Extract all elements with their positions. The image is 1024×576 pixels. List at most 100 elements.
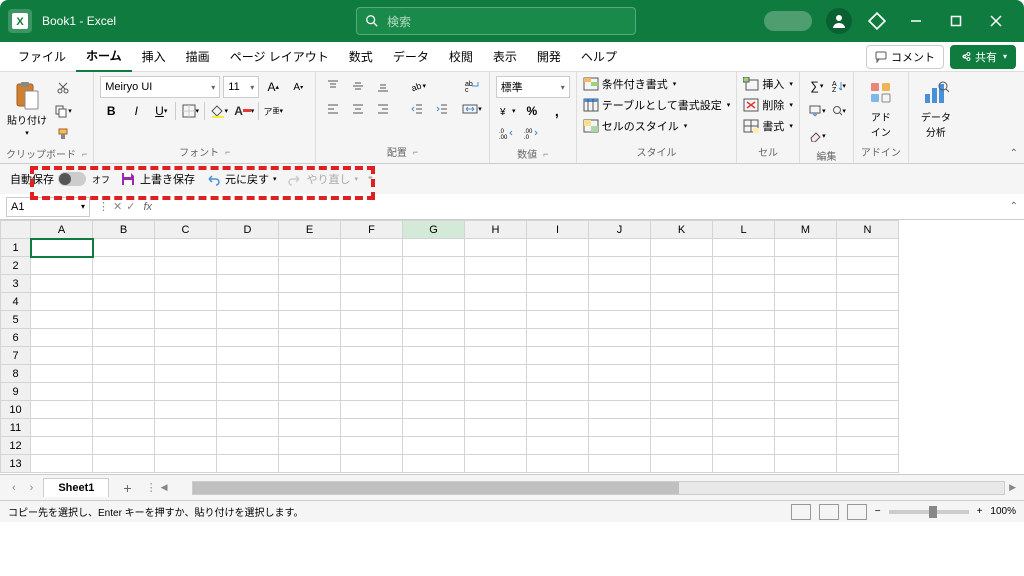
cell-F2[interactable] [341, 257, 403, 275]
cell-F7[interactable] [341, 347, 403, 365]
border-button[interactable]: ▾ [179, 101, 201, 121]
cell-C2[interactable] [155, 257, 217, 275]
cell-K8[interactable] [651, 365, 713, 383]
cell-N2[interactable] [837, 257, 899, 275]
diamond-icon[interactable] [864, 8, 890, 34]
formula-cancel-button[interactable]: ✕ [113, 200, 122, 213]
cell-D2[interactable] [217, 257, 279, 275]
cell-E10[interactable] [279, 401, 341, 419]
cell-N13[interactable] [837, 455, 899, 473]
find-select-button[interactable]: ▾ [831, 101, 847, 121]
cell-I5[interactable] [527, 311, 589, 329]
comma-format-button[interactable]: , [546, 101, 568, 121]
cell-K13[interactable] [651, 455, 713, 473]
underline-button[interactable]: U▾ [150, 101, 172, 121]
zoom-level[interactable]: 100% [990, 506, 1016, 517]
orientation-button[interactable]: ab▾ [406, 76, 428, 96]
cell-G6[interactable] [403, 329, 465, 347]
cell-G3[interactable] [403, 275, 465, 293]
cell-H1[interactable] [465, 239, 527, 257]
cell-I4[interactable] [527, 293, 589, 311]
col-header-C[interactable]: C [155, 221, 217, 239]
user-name-badge[interactable] [764, 11, 812, 31]
cell-K10[interactable] [651, 401, 713, 419]
conditional-formatting-button[interactable]: 条件付き書式▾ [583, 76, 731, 92]
decrease-indent-button[interactable] [406, 99, 428, 119]
cell-G10[interactable] [403, 401, 465, 419]
cell-J3[interactable] [589, 275, 651, 293]
align-right-button[interactable] [372, 99, 394, 119]
cell-F5[interactable] [341, 311, 403, 329]
clipboard-launcher[interactable]: ⌐ [82, 149, 87, 159]
cell-E3[interactable] [279, 275, 341, 293]
col-header-H[interactable]: H [465, 221, 527, 239]
horizontal-scrollbar[interactable] [192, 481, 1006, 495]
cell-E8[interactable] [279, 365, 341, 383]
cell-K12[interactable] [651, 437, 713, 455]
cell-I6[interactable] [527, 329, 589, 347]
cell-E7[interactable] [279, 347, 341, 365]
collapse-ribbon-button[interactable]: ⌃ [1010, 148, 1018, 159]
cell-H7[interactable] [465, 347, 527, 365]
cell-C12[interactable] [155, 437, 217, 455]
cell-B12[interactable] [93, 437, 155, 455]
page-break-view-button[interactable] [847, 504, 867, 520]
cell-M7[interactable] [775, 347, 837, 365]
cell-N10[interactable] [837, 401, 899, 419]
cell-F12[interactable] [341, 437, 403, 455]
cell-A12[interactable] [31, 437, 93, 455]
cell-M8[interactable] [775, 365, 837, 383]
italic-button[interactable]: I [125, 101, 147, 121]
col-header-K[interactable]: K [651, 221, 713, 239]
cell-J1[interactable] [589, 239, 651, 257]
cell-G8[interactable] [403, 365, 465, 383]
cell-A1[interactable] [31, 239, 93, 257]
col-header-E[interactable]: E [279, 221, 341, 239]
cell-C3[interactable] [155, 275, 217, 293]
redo-button[interactable]: やり直し ▾ [287, 171, 359, 187]
cell-D7[interactable] [217, 347, 279, 365]
cell-C4[interactable] [155, 293, 217, 311]
cell-K9[interactable] [651, 383, 713, 401]
cell-L10[interactable] [713, 401, 775, 419]
col-header-F[interactable]: F [341, 221, 403, 239]
sheet-next-button[interactable]: › [26, 482, 38, 494]
cell-L7[interactable] [713, 347, 775, 365]
clear-button[interactable]: ▾ [806, 126, 828, 146]
cell-B13[interactable] [93, 455, 155, 473]
cell-N5[interactable] [837, 311, 899, 329]
accounting-format-button[interactable]: ¥▾ [496, 101, 518, 121]
cell-A8[interactable] [31, 365, 93, 383]
cell-F4[interactable] [341, 293, 403, 311]
alignment-launcher[interactable]: ⌐ [413, 147, 418, 157]
cell-E2[interactable] [279, 257, 341, 275]
cell-E9[interactable] [279, 383, 341, 401]
cell-H5[interactable] [465, 311, 527, 329]
cell-G1[interactable] [403, 239, 465, 257]
cell-H3[interactable] [465, 275, 527, 293]
cut-button[interactable] [52, 78, 74, 98]
phonetic-button[interactable]: ア亜▾ [262, 101, 284, 121]
cell-H13[interactable] [465, 455, 527, 473]
tab-page-layout[interactable]: ページ レイアウト [220, 42, 339, 71]
cell-K7[interactable] [651, 347, 713, 365]
cell-L2[interactable] [713, 257, 775, 275]
cell-L9[interactable] [713, 383, 775, 401]
cell-J4[interactable] [589, 293, 651, 311]
cell-F10[interactable] [341, 401, 403, 419]
percent-format-button[interactable]: % [521, 101, 543, 121]
cell-D1[interactable] [217, 239, 279, 257]
bold-button[interactable]: B [100, 101, 122, 121]
cell-E13[interactable] [279, 455, 341, 473]
cell-B2[interactable] [93, 257, 155, 275]
number-launcher[interactable]: ⌐ [543, 149, 548, 159]
cell-M10[interactable] [775, 401, 837, 419]
col-header-G[interactable]: G [403, 221, 465, 239]
cell-G13[interactable] [403, 455, 465, 473]
align-middle-button[interactable] [347, 76, 369, 96]
cell-G7[interactable] [403, 347, 465, 365]
cell-K3[interactable] [651, 275, 713, 293]
zoom-in-button[interactable]: + [977, 506, 983, 517]
col-header-D[interactable]: D [217, 221, 279, 239]
cell-I12[interactable] [527, 437, 589, 455]
